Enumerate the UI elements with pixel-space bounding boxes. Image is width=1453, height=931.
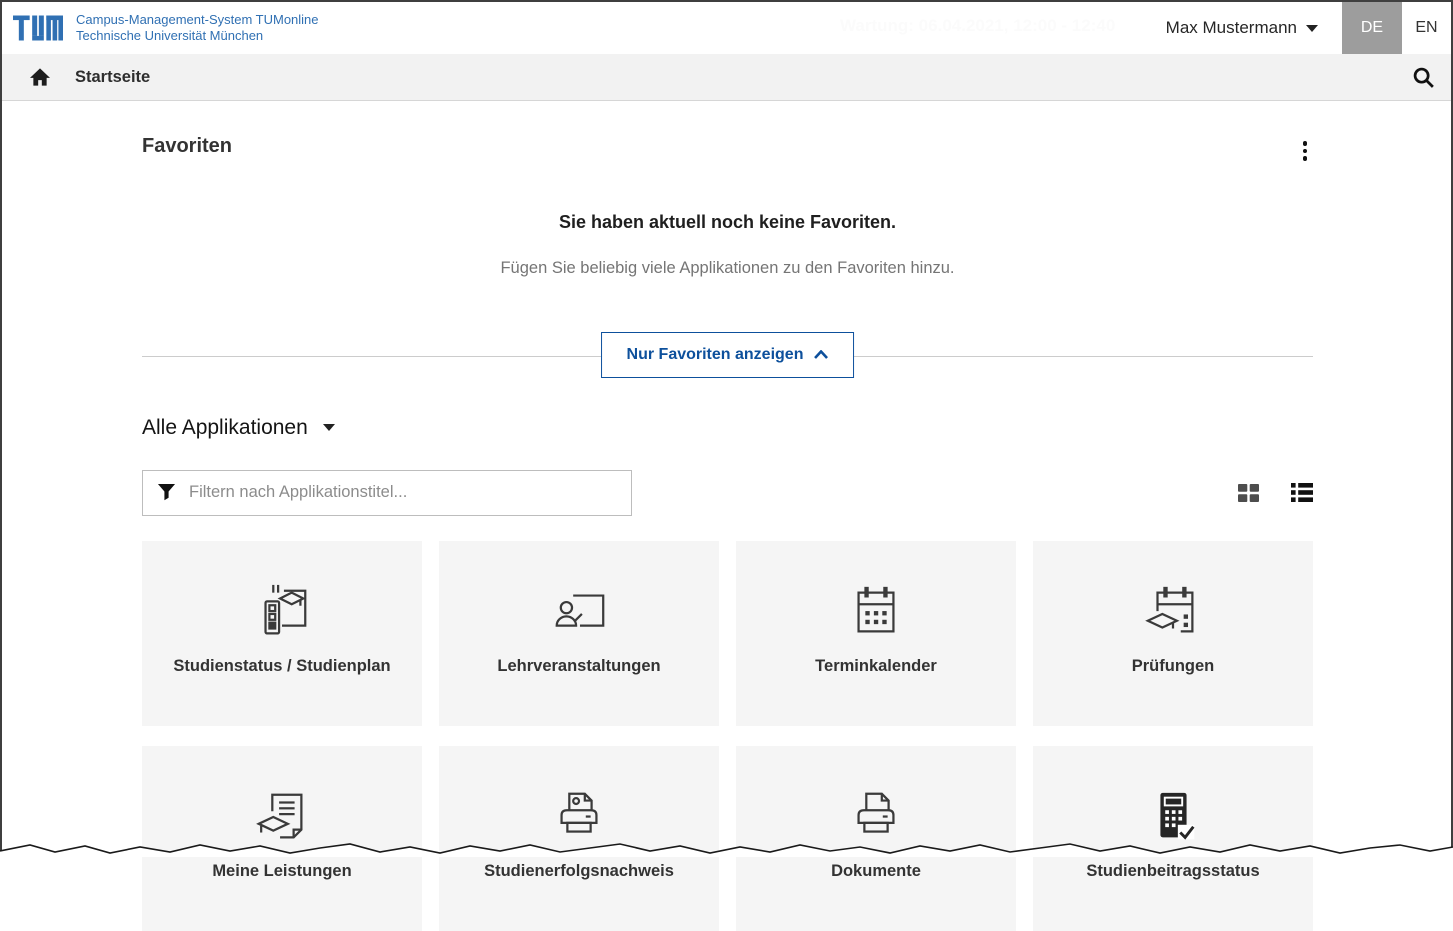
kebab-menu-icon[interactable] [1297, 137, 1314, 165]
user-menu[interactable]: Max Mustermann [1166, 2, 1342, 54]
tile-label: Studienbeitragsstatus [1086, 862, 1259, 881]
empty-state-subtitle: Fügen Sie beliebig viele Applikationen z… [142, 259, 1313, 278]
show-only-favorites-button[interactable]: Nur Favoriten anzeigen [601, 332, 855, 378]
tile-dokumente[interactable]: Dokumente [736, 746, 1016, 931]
filter-input[interactable] [189, 483, 617, 502]
tile-lehrveranstaltungen[interactable]: Lehrveranstaltungen [439, 541, 719, 726]
filter-funnel-icon [157, 483, 176, 502]
chevron-down-icon [1306, 25, 1318, 32]
calendar-icon [845, 581, 907, 645]
exam-calendar-icon [1142, 581, 1204, 645]
favorites-toggle-row: Nur Favoriten anzeigen [142, 332, 1313, 380]
tum-logo-icon [13, 13, 63, 43]
filter-row [142, 470, 1313, 516]
app-title-line1: Campus-Management-System TUMonline [76, 12, 319, 28]
favorites-empty-state: Sie haben aktuell noch keine Favoriten. … [142, 212, 1313, 278]
maintenance-notice: Wartung: 06.04.2021, 12:00 - 12:40 [840, 16, 1115, 36]
user-name: Max Mustermann [1166, 18, 1297, 38]
tile-label: Studienerfolgsnachweis [484, 862, 674, 881]
empty-state-title: Sie haben aktuell noch keine Favoriten. [142, 212, 1313, 233]
view-toggles [1238, 483, 1313, 502]
printer-icon [845, 786, 907, 850]
breadcrumb-startseite[interactable]: Startseite [75, 68, 150, 87]
tile-meine-leistungen[interactable]: Meine Leistungen [142, 746, 422, 931]
home-button[interactable] [29, 67, 51, 87]
study-status-icon [251, 581, 313, 645]
tile-studienbeitragsstatus[interactable]: Studienbeitragsstatus [1033, 746, 1313, 931]
tile-studienerfolgsnachweis[interactable]: Studienerfolgsnachweis [439, 746, 719, 931]
app-title-line2: Technische Universität München [76, 28, 319, 44]
show-only-favorites-label: Nur Favoriten anzeigen [627, 346, 804, 364]
favorites-title: Favoriten [142, 135, 232, 158]
tumonline-page: { "colors": { "tum_blue": "#3070b3", "li… [0, 0, 1453, 857]
application-tile-grid: Studienstatus / Studienplan Lehrveransta… [142, 541, 1313, 931]
home-icon [29, 67, 51, 87]
search-button[interactable] [1411, 54, 1436, 101]
tile-label: Lehrveranstaltungen [497, 657, 660, 676]
app-title: Campus-Management-System TUMonline Techn… [76, 12, 319, 44]
tum-logo[interactable]: Campus-Management-System TUMonline Techn… [2, 12, 319, 44]
tile-label: Studienstatus / Studienplan [173, 657, 390, 676]
main-content: Favoriten Sie haben aktuell noch keine F… [2, 101, 1451, 931]
tile-pruefungen[interactable]: Prüfungen [1033, 541, 1313, 726]
tile-label: Prüfungen [1132, 657, 1215, 676]
app-header: Campus-Management-System TUMonline Techn… [2, 2, 1451, 54]
achievements-document-icon [251, 786, 313, 850]
calculator-check-icon [1142, 786, 1204, 850]
favorites-header: Favoriten [142, 135, 1313, 165]
tile-terminkalender[interactable]: Terminkalender [736, 541, 1016, 726]
language-de-button[interactable]: DE [1342, 2, 1402, 54]
list-view-icon[interactable] [1291, 483, 1313, 502]
language-en-button[interactable]: EN [1402, 2, 1451, 54]
filter-box [142, 470, 632, 516]
printer-icon [548, 786, 610, 850]
tile-label: Dokumente [831, 862, 921, 881]
header-right: Max Mustermann DE EN [1166, 2, 1451, 54]
search-icon [1411, 65, 1436, 90]
all-applications-title: Alle Applikationen [142, 416, 308, 440]
tile-label: Meine Leistungen [212, 862, 351, 881]
caret-down-icon [323, 424, 335, 431]
lecture-board-icon [548, 581, 610, 645]
grid-view-icon[interactable] [1238, 484, 1259, 502]
chevron-up-icon [814, 350, 828, 359]
tile-studienstatus-studienplan[interactable]: Studienstatus / Studienplan [142, 541, 422, 726]
navbar: Startseite [2, 54, 1451, 101]
tile-label: Terminkalender [815, 657, 937, 676]
all-applications-dropdown[interactable]: Alle Applikationen [142, 416, 335, 440]
